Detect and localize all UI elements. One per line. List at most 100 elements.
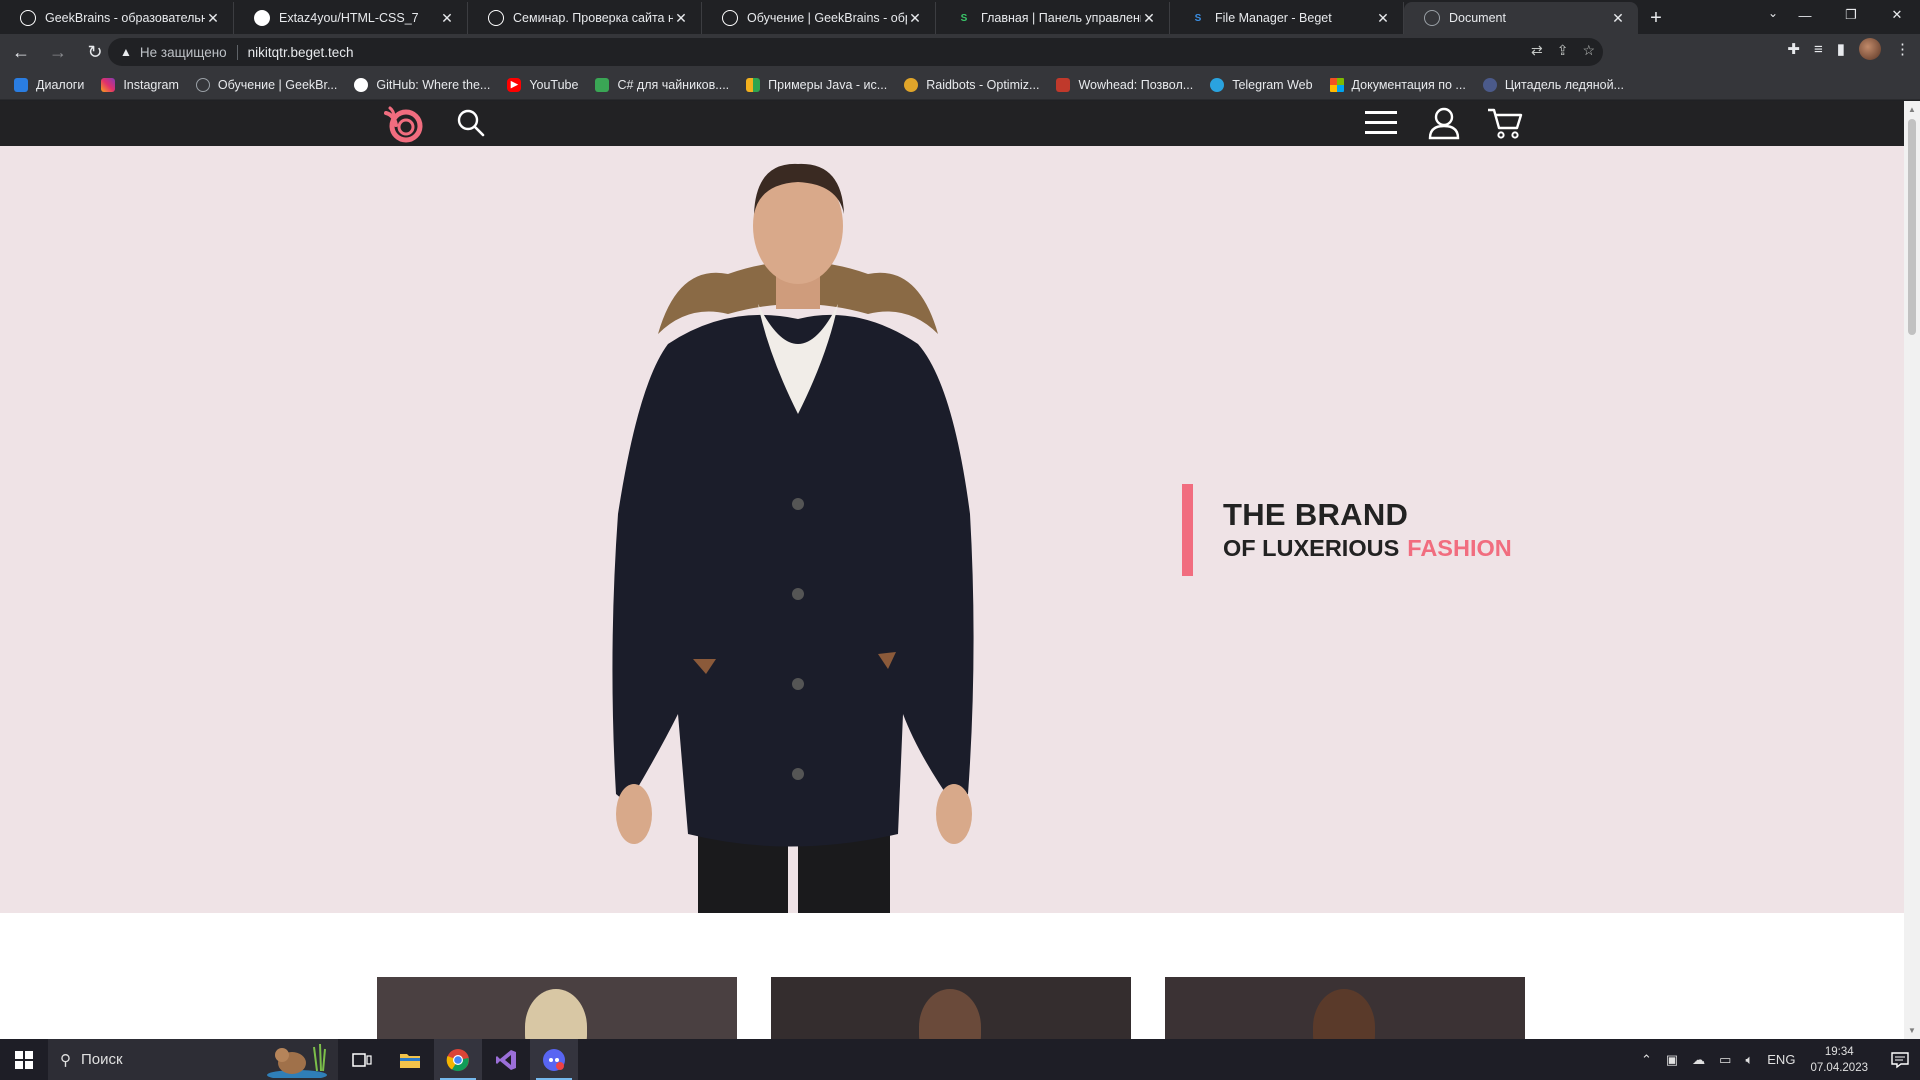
chrome-icon[interactable] — [434, 1039, 482, 1080]
browser-tab[interactable]: S File Manager - Beget ✕ — [1170, 2, 1404, 34]
windows-start-icon[interactable] — [0, 1039, 48, 1080]
bookmark-label: Raidbots - Optimiz... — [926, 77, 1040, 92]
language-indicator[interactable]: ENG — [1767, 1052, 1795, 1067]
chrome-menu-icon[interactable]: ⋮ — [1895, 40, 1910, 58]
card-image — [525, 989, 587, 1039]
bookmark-label: YouTube — [529, 77, 579, 92]
url-text[interactable]: nikitqtr.beget.tech — [248, 45, 354, 60]
instagram-icon — [101, 77, 116, 92]
hero-title-accent: FASHION — [1407, 535, 1512, 561]
share-icon[interactable]: ⇪ — [1557, 42, 1569, 59]
minimize-icon[interactable]: — — [1782, 0, 1828, 30]
category-card[interactable] — [377, 977, 737, 1039]
clock-time: 19:34 — [1824, 1045, 1854, 1058]
scrollbar-thumb[interactable] — [1908, 119, 1916, 335]
tab-title: GeekBrains - образовательный — [45, 11, 205, 25]
browser-tab[interactable]: Семинар. Проверка сайта на с ✕ — [468, 2, 702, 34]
microsoft-icon — [1329, 77, 1344, 92]
browser-tab[interactable]: Обучение | GeekBrains - образ ✕ — [702, 2, 936, 34]
security-label[interactable]: Не защищено — [140, 44, 238, 60]
close-tab-icon[interactable]: ✕ — [205, 10, 221, 27]
toolbar-right: ✚ ≡ ▮ ⋮ — [1787, 38, 1910, 60]
taskbar-search[interactable]: ⚲ Поиск — [48, 1039, 338, 1080]
hero-title-line2: OF LUXERIOUS FASHION — [1223, 533, 1512, 563]
window-close-icon[interactable]: ✕ — [1874, 0, 1920, 30]
browser-tab[interactable]: Extaz4you/HTML-CSS_7 ✕ — [234, 2, 468, 34]
file-explorer-icon[interactable] — [386, 1039, 434, 1080]
telegram-icon — [1210, 77, 1225, 92]
taskbar-search-placeholder: Поиск — [81, 1051, 123, 1068]
bookmark-item[interactable]: Raidbots - Optimiz... — [904, 77, 1040, 92]
browser-tab[interactable]: GeekBrains - образовательный ✕ — [0, 2, 234, 34]
scroll-down-icon[interactable]: ▼ — [1908, 1026, 1916, 1035]
warning-icon[interactable]: ▲ — [120, 45, 132, 59]
bookmark-label: C# для чайников.... — [617, 77, 730, 92]
user-icon[interactable] — [1428, 106, 1460, 140]
browser-tab-strip: GeekBrains - образовательный ✕ Extaz4you… — [0, 0, 1920, 34]
meet-icon[interactable]: ▣ — [1666, 1052, 1678, 1068]
windows-taskbar: ⚲ Поиск ⌃ ▣ ☁ ▭ 🔈︎ ENG 19:34 07.04.2023 — [0, 1039, 1920, 1080]
forward-icon[interactable]: → — [42, 38, 74, 66]
bookmark-label: Примеры Java - ис... — [768, 77, 888, 92]
visual-studio-icon[interactable] — [482, 1039, 530, 1080]
tab-title: Document — [1449, 11, 1506, 25]
tab-search-icon[interactable]: ⌄ — [1768, 6, 1778, 20]
restore-icon[interactable]: ❐ — [1828, 0, 1874, 30]
bookmark-item[interactable]: Обучение | GeekBr... — [195, 77, 337, 92]
close-tab-icon[interactable]: ✕ — [1141, 10, 1157, 27]
bookmark-item[interactable]: Telegram Web — [1210, 77, 1313, 92]
clock[interactable]: 19:34 07.04.2023 — [1810, 1044, 1868, 1076]
system-tray: ⌃ ▣ ☁ ▭ 🔈︎ ENG 19:34 07.04.2023 — [1634, 1039, 1920, 1080]
clock-date: 07.04.2023 — [1810, 1061, 1868, 1074]
volume-icon[interactable]: 🔈︎ — [1745, 1052, 1753, 1068]
reload-icon[interactable]: ↻ — [79, 38, 111, 66]
bookmarks-bar: Диалоги Instagram Обучение | GeekBr... G… — [0, 70, 1920, 100]
chevron-up-icon[interactable]: ⌃ — [1641, 1052, 1652, 1068]
java-examples-icon — [746, 77, 761, 92]
bookmark-label: Цитадель ледяной... — [1504, 77, 1624, 92]
bookmark-item[interactable]: C# для чайников.... — [595, 77, 730, 92]
search-icon[interactable] — [456, 108, 486, 138]
category-card[interactable] — [1165, 977, 1525, 1039]
wowhead-icon — [1056, 77, 1071, 92]
network-icon[interactable]: ▭ — [1719, 1052, 1731, 1068]
notifications-icon[interactable] — [1880, 1051, 1920, 1069]
raidbots-icon — [904, 77, 919, 92]
bookmark-item[interactable]: ▶ YouTube — [507, 77, 579, 92]
new-tab-button[interactable]: + — [1638, 2, 1674, 34]
back-icon[interactable]: ← — [5, 38, 37, 66]
page-scrollbar[interactable]: ▲ ▼ — [1904, 101, 1920, 1039]
category-card[interactable] — [771, 977, 1131, 1039]
close-tab-icon[interactable]: ✕ — [439, 10, 455, 27]
bookmark-item[interactable]: Instagram — [101, 77, 179, 92]
media-icon[interactable]: ≡ — [1814, 41, 1823, 58]
bookmark-label: Instagram — [123, 77, 179, 92]
bookmark-item[interactable]: GitHub: Where the... — [354, 77, 490, 92]
browser-tab-active[interactable]: Document ✕ — [1404, 2, 1638, 34]
menu-icon[interactable] — [1364, 109, 1398, 137]
browser-tab[interactable]: S Главная | Панель управления в ✕ — [936, 2, 1170, 34]
side-panel-icon[interactable]: ▮ — [1837, 40, 1845, 58]
bookmark-item[interactable]: Диалоги — [14, 77, 84, 92]
cart-icon[interactable] — [1487, 106, 1523, 140]
close-tab-icon[interactable]: ✕ — [1375, 10, 1391, 27]
address-bar[interactable]: ▲ Не защищено nikitqtr.beget.tech ⇄ ⇪ ☆ — [108, 38, 1603, 66]
logo-icon[interactable] — [380, 103, 428, 145]
task-view-icon[interactable] — [338, 1039, 386, 1080]
bookmark-item[interactable]: Цитадель ледяной... — [1482, 77, 1624, 92]
onedrive-icon[interactable]: ☁ — [1692, 1052, 1705, 1068]
tab-title: Главная | Панель управления в — [981, 11, 1141, 25]
bookmark-item[interactable]: Wowhead: Позвол... — [1056, 77, 1193, 92]
translate-icon[interactable]: ⇄ — [1531, 42, 1543, 59]
profile-avatar[interactable] — [1859, 38, 1881, 60]
extensions-icon[interactable]: ✚ — [1787, 40, 1800, 58]
scroll-up-icon[interactable]: ▲ — [1908, 105, 1916, 114]
bookmark-star-icon[interactable]: ☆ — [1582, 42, 1595, 59]
tab-title: Семинар. Проверка сайта на с — [513, 11, 673, 25]
bookmark-item[interactable]: Примеры Java - ис... — [746, 77, 888, 92]
close-tab-icon[interactable]: ✕ — [1610, 10, 1626, 27]
discord-icon[interactable] — [530, 1039, 578, 1080]
close-tab-icon[interactable]: ✕ — [673, 10, 689, 27]
close-tab-icon[interactable]: ✕ — [907, 10, 923, 27]
bookmark-item[interactable]: Документация по ... — [1329, 77, 1466, 92]
